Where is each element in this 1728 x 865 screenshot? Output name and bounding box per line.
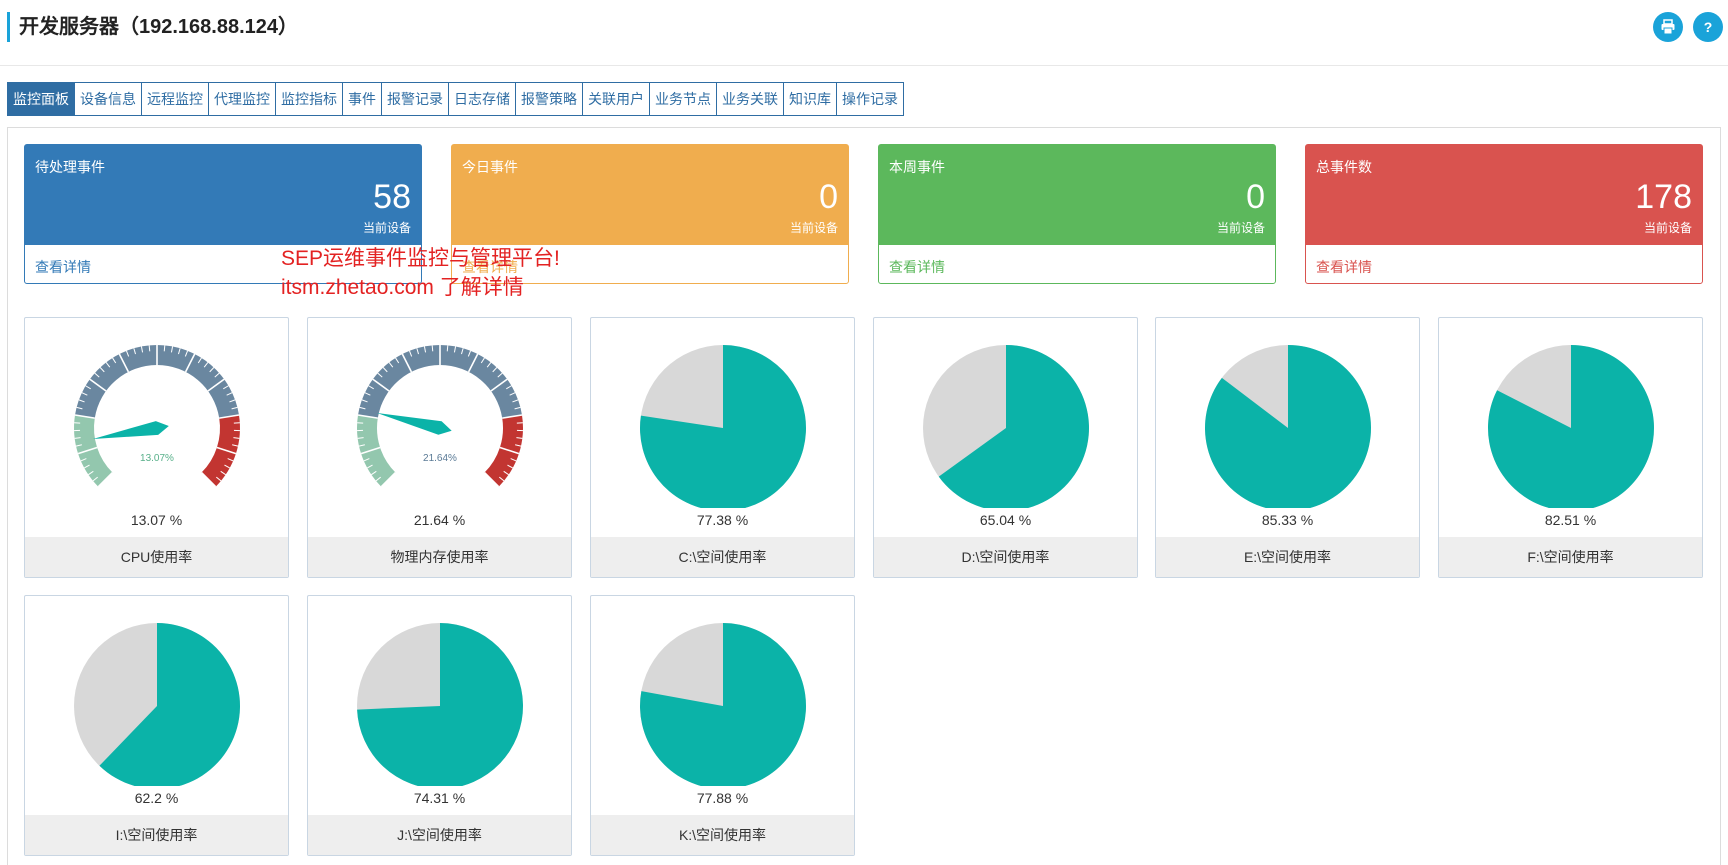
usage-percent: 74.31 % <box>413 790 466 806</box>
printer-icon <box>1661 19 1675 35</box>
gauge-pointer <box>376 412 452 435</box>
tab-9[interactable]: 关联用户 <box>583 82 650 116</box>
disk-card-4-chart <box>74 623 240 786</box>
stat-value: 0 <box>819 178 838 216</box>
metric-name: I:\空间使用率 <box>25 815 288 855</box>
stat-sublabel: 当前设备 <box>1216 221 1265 235</box>
stat-card-header: 本周事件 0 当前设备 <box>879 145 1275 245</box>
tab-13[interactable]: 操作记录 <box>837 82 904 116</box>
disk-card-0: 77.38 % C:\空间使用率 <box>590 317 855 578</box>
usage-percent: 77.38 % <box>696 512 749 528</box>
stat-value: 178 <box>1635 178 1692 216</box>
metric-name: F:\空间使用率 <box>1439 537 1702 577</box>
gauge-card-0: 13.07% 13.07 % CPU使用率 <box>24 317 289 578</box>
gauge-tick <box>446 345 449 352</box>
tab-3[interactable]: 代理监控 <box>209 82 276 116</box>
tab-7[interactable]: 日志存储 <box>449 82 516 116</box>
help-icon: ? <box>1703 19 1713 35</box>
gauge-tick <box>431 345 434 352</box>
tab-4[interactable]: 监控指标 <box>276 82 343 116</box>
promo-line-2: itsm.zhetao.com 了解详情 <box>281 276 524 299</box>
gauge-card-1: 21.64% 21.64 % 物理内存使用率 <box>307 317 572 578</box>
disk-card-6-chart <box>639 623 806 786</box>
metric-name: CPU使用率 <box>25 537 288 577</box>
stat-card-header: 总事件数 178 当前设备 <box>1306 145 1702 245</box>
usage-percent: 77.88 % <box>696 790 749 806</box>
stat-card-2: 本周事件 0 当前设备查看详情 <box>878 144 1276 284</box>
tab-6[interactable]: 报警记录 <box>382 82 449 116</box>
print-button[interactable] <box>1653 12 1683 42</box>
usage-percent: 85.33 % <box>1261 512 1314 528</box>
usage-percent: 13.07 % <box>130 512 183 528</box>
disk-card-3: 82.51 % F:\空间使用率 <box>1438 317 1703 578</box>
tab-10[interactable]: 业务节点 <box>650 82 717 116</box>
usage-percent: 21.64 % <box>413 512 466 528</box>
metric-name: K:\空间使用率 <box>591 815 854 855</box>
tab-8[interactable]: 报警策略 <box>516 82 583 116</box>
disk-card-2-chart <box>1205 345 1371 508</box>
page-title: 开发服务器（192.168.88.124） <box>19 16 299 38</box>
view-details-link[interactable]: 查看详情 <box>35 257 91 277</box>
view-details-link[interactable]: 查看详情 <box>889 257 945 277</box>
stat-label: 本周事件 <box>889 159 945 175</box>
disk-card-3-chart <box>1488 345 1654 508</box>
gauge-card-1-chart: 21.64% <box>357 345 523 488</box>
disk-card-6: 77.88 % K:\空间使用率 <box>590 595 855 856</box>
tab-1[interactable]: 设备信息 <box>75 82 142 116</box>
tab-bar: 监控面板 设备信息 远程监控 代理监控 监控指标 事件 报警记录 日志存储 报警策略 关联用户 业务… <box>7 82 904 116</box>
gauge-tick <box>163 345 166 352</box>
promo-overlay[interactable]: SEP运维事件监控与管理平台! itsm.zhetao.com 了解详情 <box>281 244 560 302</box>
gauge-band-2 <box>201 415 240 487</box>
tab-2[interactable]: 远程监控 <box>142 82 209 116</box>
gauge-value-label: 13.07% <box>140 453 174 464</box>
disk-card-1-chart <box>923 345 1089 508</box>
tab-11[interactable]: 业务关联 <box>717 82 784 116</box>
tab-12[interactable]: 知识库 <box>784 82 837 116</box>
usage-percent: 62.2 % <box>134 790 179 806</box>
stat-label: 总事件数 <box>1316 159 1372 175</box>
disk-card-5: 74.31 % J:\空间使用率 <box>307 595 572 856</box>
disk-card-4: 62.2 % I:\空间使用率 <box>24 595 289 856</box>
gauge-tick <box>148 345 151 352</box>
gauge-card-0-chart: 13.07% <box>74 345 240 488</box>
stat-card-header: 今日事件 0 当前设备 <box>452 145 848 245</box>
gauge-band-0 <box>357 415 396 487</box>
view-details-link[interactable]: 查看详情 <box>1316 257 1372 277</box>
gauge-pointer <box>92 421 169 439</box>
promo-line-1: SEP运维事件监控与管理平台! <box>281 247 560 270</box>
tab-0[interactable]: 监控面板 <box>7 82 75 116</box>
disk-card-0-chart <box>640 345 806 508</box>
help-button[interactable]: ? <box>1693 12 1723 42</box>
stat-card-header: 待处理事件 58 当前设备 <box>25 145 421 245</box>
tab-5[interactable]: 事件 <box>343 82 382 116</box>
stat-sublabel: 当前设备 <box>1643 221 1692 235</box>
stat-sublabel: 当前设备 <box>789 221 838 235</box>
stat-value: 0 <box>1246 178 1265 216</box>
gauge-band-2 <box>484 415 523 487</box>
gauge-value-label: 21.64% <box>423 453 457 464</box>
stat-value: 58 <box>373 178 411 216</box>
stat-sublabel: 当前设备 <box>362 221 411 235</box>
stat-label: 今日事件 <box>462 159 518 175</box>
disk-card-5-chart <box>357 623 523 786</box>
metric-name: E:\空间使用率 <box>1156 537 1419 577</box>
stat-card-3: 总事件数 178 当前设备查看详情 <box>1305 144 1703 284</box>
metric-name: C:\空间使用率 <box>591 537 854 577</box>
usage-percent: 82.51 % <box>1544 512 1597 528</box>
usage-percent: 65.04 % <box>979 512 1032 528</box>
title-accent-bar <box>7 12 10 42</box>
metric-name: D:\空间使用率 <box>874 537 1137 577</box>
stat-label: 待处理事件 <box>35 159 105 175</box>
gauge-band-0 <box>74 415 113 487</box>
disk-card-2: 85.33 % E:\空间使用率 <box>1155 317 1420 578</box>
page-header: 开发服务器（192.168.88.124） ? <box>0 0 1728 66</box>
disk-card-1: 65.04 % D:\空间使用率 <box>873 317 1138 578</box>
metric-name: 物理内存使用率 <box>308 537 571 577</box>
metric-name: J:\空间使用率 <box>308 815 571 855</box>
